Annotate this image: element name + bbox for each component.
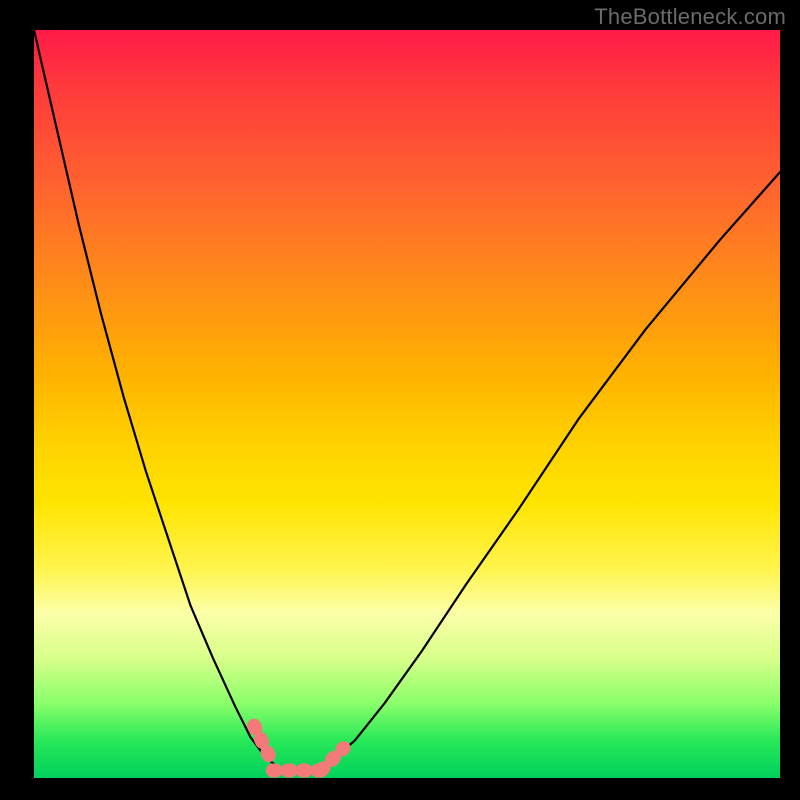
highlight-segment-0 [254, 726, 273, 763]
highlight-segment-2 [321, 748, 343, 770]
plot-area [34, 30, 780, 778]
chart-frame: TheBottleneck.com [0, 0, 800, 800]
attribution-label: TheBottleneck.com [594, 4, 786, 30]
curve-overlay [34, 30, 780, 778]
bottleneck-curve [34, 30, 780, 771]
